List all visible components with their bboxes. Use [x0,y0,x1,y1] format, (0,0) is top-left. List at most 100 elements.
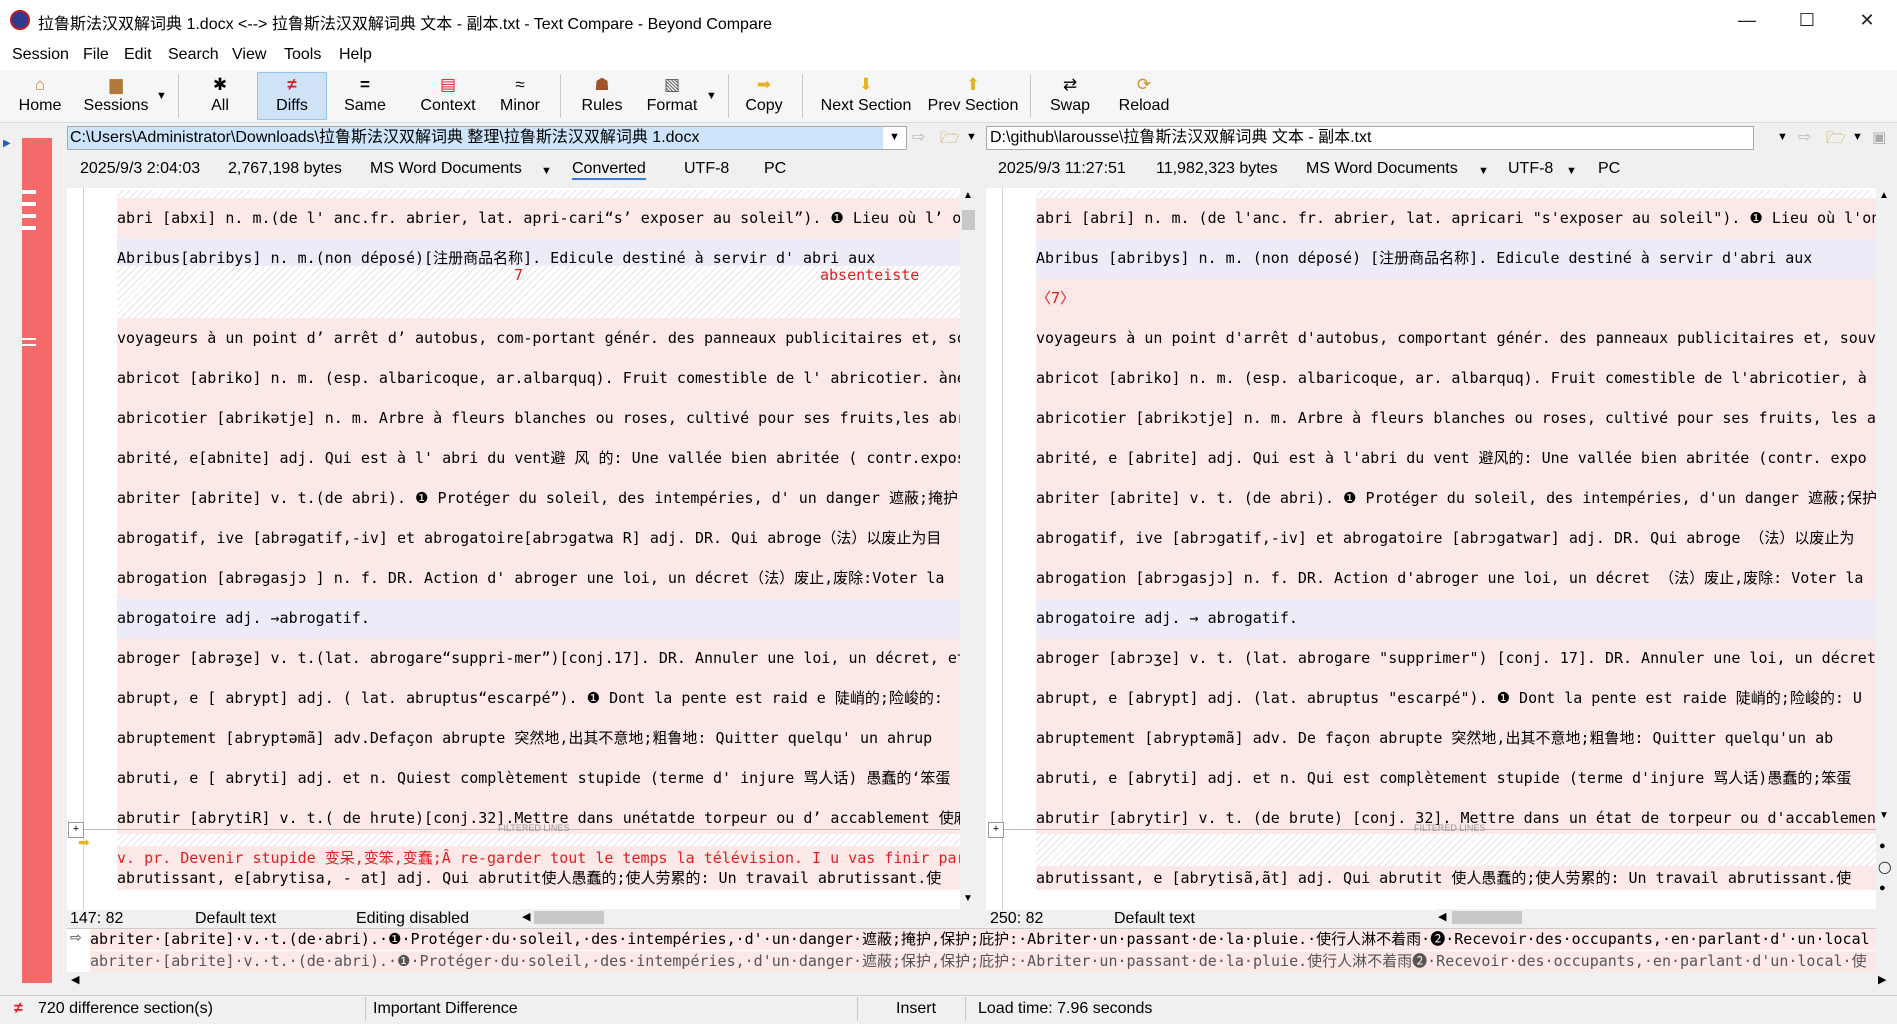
status-separator [965,997,966,1021]
compare-arrow-icon: ⇨ [70,929,82,945]
left-vertical-scrollbar[interactable] [960,188,977,910]
overview-mark [22,202,36,206]
context-button[interactable]: ▤ Context [412,72,484,120]
overview-pointer-icon: ▶ [3,138,11,149]
scroll-dot-icon[interactable]: ● [1879,882,1886,894]
right-format[interactable]: MS Word Documents [1306,160,1458,178]
left-encoding[interactable]: UTF-8 [684,160,729,178]
left-converted-tab[interactable]: Converted [572,160,646,180]
menu-session[interactable]: Session [12,46,69,64]
minor-button[interactable]: ≈ Minor [490,72,550,120]
copy-button[interactable]: ➡ Copy [734,72,794,120]
right-line: abrogation [abrɔgasjɔ] n. f. DR. Action … [1036,558,1876,598]
close-button[interactable]: ✕ [1837,0,1897,40]
minimize-button[interactable]: — [1717,0,1777,40]
right-save-icon[interactable]: ▣ [1872,128,1886,146]
left-lineend[interactable]: PC [764,160,786,178]
left-line: abruti, e [ abryti] adj. et n. Quiest co… [117,758,960,798]
right-lineend[interactable]: PC [1598,160,1620,178]
left-hscroll-thumb[interactable] [534,911,604,924]
menu-file[interactable]: File [83,46,109,64]
left-line: abrutissant, e[abrytisa, - at] adj. Qui … [117,866,960,890]
overview-mark [22,190,36,194]
left-format-dropdown-icon[interactable]: ▼ [541,165,552,177]
prev-section-button[interactable]: ⬆ Prev Section [922,72,1024,120]
scroll-left-icon[interactable]: ◀ [71,973,79,986]
home-icon: ⌂ [34,75,46,94]
left-inserted-page-number: 7 [514,266,524,284]
right-vertical-scrollbar[interactable] [1876,188,1893,910]
menu-help[interactable]: Help [339,46,372,64]
sessions-button[interactable]: ▆ Sessions [80,72,152,120]
right-size: 11,982,323 bytes [1156,160,1278,177]
left-line: abrité, e[abnite] adj. Qui est à l' abri… [117,438,960,478]
right-format-dropdown-icon[interactable]: ▼ [1478,165,1489,177]
expand-filtered-icon[interactable]: + [988,822,1004,838]
format-button[interactable]: ▧ Format [638,72,706,120]
arrow-down-icon: ⬇ [858,75,874,94]
right-pane-gutter [986,188,1003,910]
next-section-button[interactable]: ⬇ Next Section [814,72,918,120]
all-button[interactable]: ✱ All [190,72,250,120]
left-line: abri [abxi] n. m.(de l' anc.fr. abrier, … [117,198,960,238]
left-nav-arrow-icon[interactable]: ⇨ [912,127,925,147]
left-line: abrupt, e [ abrypt] adj. ( lat. abruptus… [117,678,960,718]
compare-horizontal-scrollbar[interactable] [67,972,1876,989]
left-browse-dropdown-icon[interactable]: ▼ [966,131,977,143]
current-line-arrow-icon: ➡ [78,834,90,850]
importance-status: Important Difference [373,1000,518,1017]
menu-search[interactable]: Search [168,46,219,64]
approx-icon: ≈ [515,75,525,94]
right-line: abricotier [abrikɔtje] n. m. Arbre à fle… [1036,398,1876,438]
right-hscroll-thumb[interactable] [1452,911,1522,924]
left-path-dropdown-icon[interactable]: ▼ [889,131,900,143]
left-pane-gutter [67,188,84,910]
right-datetime: 2025/9/3 11:27:51 [998,160,1126,177]
menu-view[interactable]: View [232,46,266,64]
left-line: abrogation [abrəgasjɔ ] n. f. DR. Action… [117,558,960,598]
right-line: abriter [abrite] v. t. (de abri). ❶ Prot… [1036,478,1876,518]
right-line: voyageurs à un point d'arrêt d'autobus, … [1036,318,1876,358]
context-icon: ▤ [439,75,457,94]
right-encoding[interactable]: UTF-8 [1508,160,1553,178]
right-browse-folder-icon[interactable]: 🗁 [1826,127,1846,154]
maximize-button[interactable]: ☐ [1777,0,1837,40]
same-button[interactable]: = Same [334,72,396,120]
scroll-up-icon[interactable]: ▲ [963,190,973,201]
scroll-up-icon[interactable]: ▲ [1879,190,1889,201]
left-line: abrogatif, ive [abrəgatif,-iv] et abroga… [117,518,960,558]
format-dropdown-icon[interactable]: ▼ [706,90,717,102]
right-line: abruti, e [abryti] adj. et n. Qui est co… [1036,758,1876,798]
menu-tools[interactable]: Tools [284,46,321,64]
right-encoding-dropdown-icon[interactable]: ▼ [1566,165,1577,177]
right-line: abrutissant, e [abrytisã,ãt] adj. Qui ab… [1036,866,1876,890]
toolbar-separator [178,74,179,118]
status-bar [0,995,1897,1024]
right-nav-arrow-icon[interactable]: ⇨ [1798,127,1811,147]
scroll-left-icon[interactable]: ◀ [1438,910,1446,923]
edit-mode-status: Insert [896,1000,937,1017]
left-scroll-thumb[interactable] [962,210,975,230]
right-path-input[interactable]: D:\github\larousse\拉鲁斯法汉双解词典 文本 - 副本.txt [986,126,1754,150]
left-line: abruptement [abryptəmã] adv.Defaçon abru… [117,718,960,758]
right-line: abruptement [abryptəmã] adv. De façon ab… [1036,718,1876,758]
left-line: voyageurs à un point d’ arrêt d’ autobus… [117,318,960,358]
status-separator [857,997,858,1021]
scroll-dot-icon[interactable]: ● [1879,840,1886,852]
reload-button[interactable]: ⟳ Reload [1112,72,1176,120]
home-button[interactable]: ⌂ Home [10,72,70,120]
right-browse-dropdown-icon[interactable]: ▼ [1852,131,1863,143]
diffs-button[interactable]: ≠ Diffs [262,72,322,120]
left-browse-folder-icon[interactable]: 🗁 [940,127,960,154]
scroll-down-icon[interactable]: ▼ [963,893,973,904]
scroll-ring-icon[interactable]: ◯ [1878,860,1891,874]
scroll-down-icon[interactable]: ▼ [1879,810,1889,821]
scroll-left-icon[interactable]: ◀ [522,910,530,923]
scroll-right-icon[interactable]: ▶ [1878,973,1886,986]
menu-edit[interactable]: Edit [124,46,152,64]
right-path-dropdown-icon[interactable]: ▼ [1777,131,1788,143]
sessions-dropdown-icon[interactable]: ▼ [156,90,167,102]
left-format[interactable]: MS Word Documents [370,160,522,178]
swap-button[interactable]: ⇄ Swap [1040,72,1100,120]
rules-button[interactable]: ☗ Rules [572,72,632,120]
